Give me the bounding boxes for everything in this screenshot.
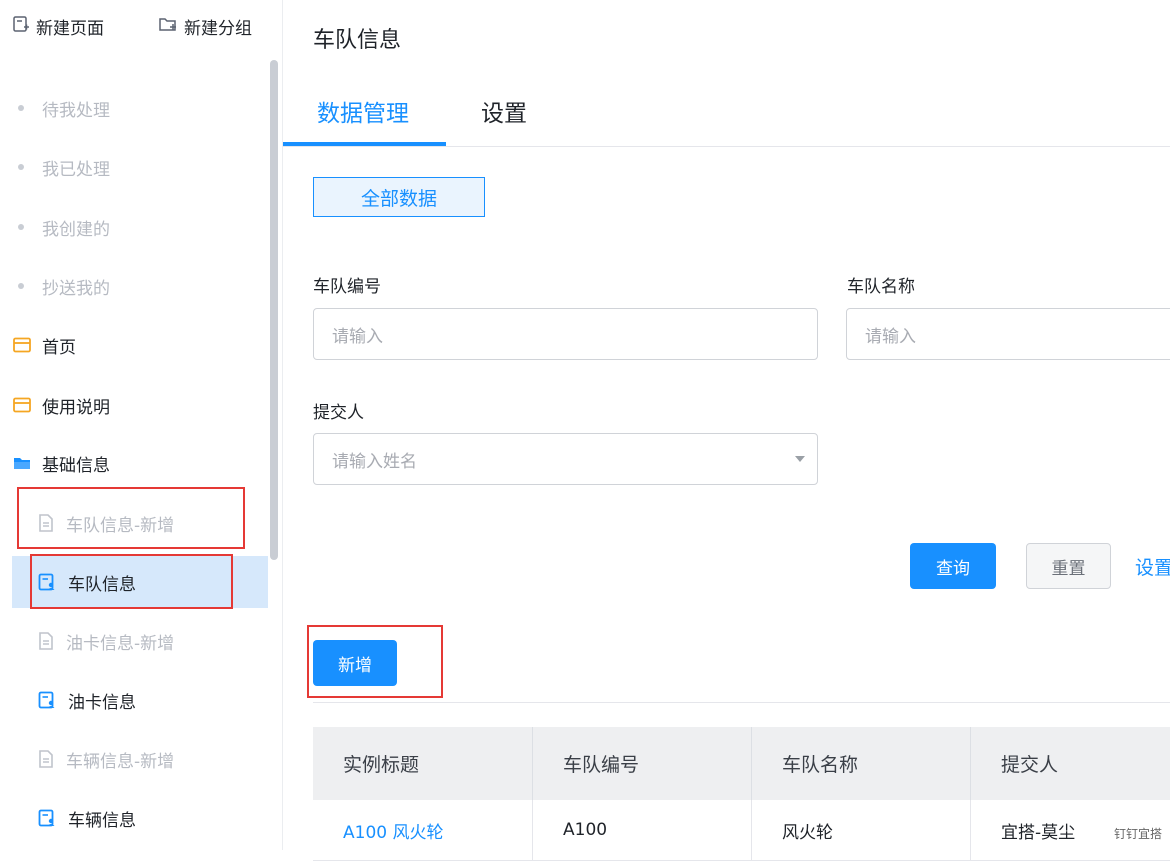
- table-header: 实例标题 车队编号 车队名称 提交人: [313, 727, 1170, 800]
- sidebar-actions: 新建页面 新建分组: [0, 14, 282, 44]
- sidebar-item-pending[interactable]: 待我处理: [0, 82, 268, 134]
- sidebar-item-processed[interactable]: 我已处理: [0, 141, 268, 193]
- all-data-filter-button[interactable]: 全部数据: [313, 177, 485, 217]
- watermark: 钉钉宜搭: [1113, 827, 1162, 841]
- page-title: 车队信息: [313, 28, 402, 53]
- tab-settings[interactable]: 设置: [481, 94, 527, 128]
- table-row[interactable]: A100 风火轮 A100 风火轮 宜搭-莫尘: [313, 800, 1170, 861]
- sidebar-item-created[interactable]: 我创建的: [0, 201, 268, 253]
- reset-button[interactable]: 重置: [1026, 543, 1111, 589]
- divider: [313, 702, 1170, 703]
- submitter-placeholder: 请输入姓名: [332, 451, 417, 472]
- sidebar: 新建页面 新建分组 待我处理 我已处理 我创建的 抄送我的 首页 使用说明 基础…: [0, 0, 283, 850]
- bullet-icon: [18, 224, 24, 230]
- sidebar-item-label: 车辆信息: [68, 810, 136, 831]
- new-group-label: 新建分组: [184, 19, 252, 39]
- query-button[interactable]: 查询: [910, 543, 996, 589]
- column-header[interactable]: 实例标题: [313, 727, 533, 800]
- sidebar-item-label: 油卡信息-新增: [66, 633, 175, 654]
- sidebar-item-label: 油卡信息: [68, 692, 136, 713]
- table-cell: A100: [533, 800, 752, 860]
- sidebar-item-label: 抄送我的: [42, 278, 110, 299]
- team-name-placeholder: 请输入: [865, 326, 916, 347]
- sidebar-item-guide[interactable]: 使用说明: [0, 379, 268, 431]
- sidebar-item-label: 使用说明: [42, 397, 110, 418]
- bullet-icon: [18, 105, 24, 111]
- sidebar-item-card-info[interactable]: 油卡信息: [0, 674, 268, 726]
- document-icon: [38, 750, 54, 768]
- team-no-input[interactable]: 请输入: [313, 308, 818, 360]
- sidebar-item-home[interactable]: 首页: [0, 319, 268, 371]
- submitter-select[interactable]: 请输入姓名: [313, 433, 818, 485]
- form-report-icon: [38, 691, 56, 709]
- new-group-button[interactable]: 新建分组: [158, 14, 252, 39]
- bullet-icon: [18, 283, 24, 289]
- submitter-label: 提交人: [313, 403, 364, 423]
- page-icon: [13, 397, 31, 413]
- folder-open-icon: [13, 455, 31, 471]
- column-header[interactable]: 车队名称: [752, 727, 971, 800]
- add-button[interactable]: 新增: [313, 640, 397, 686]
- form-report-icon: [38, 809, 56, 827]
- row-title-link[interactable]: A100 风火轮: [313, 800, 533, 860]
- sidebar-item-vehicle-info[interactable]: 车辆信息: [0, 792, 268, 844]
- new-page-icon: [12, 15, 36, 38]
- sidebar-item-vehicle-add[interactable]: 车辆信息-新增: [0, 733, 268, 785]
- table-cell: 风火轮: [752, 800, 971, 860]
- sidebar-item-team-add[interactable]: 车队信息-新增: [0, 497, 268, 549]
- sidebar-item-card-add[interactable]: 油卡信息-新增: [0, 615, 268, 667]
- new-folder-icon: [158, 15, 184, 38]
- team-name-input[interactable]: 请输入: [846, 308, 1170, 360]
- main-content: 车队信息 数据管理 设置 全部数据 车队编号 请输入 车队名称 请输入 提交人 …: [283, 0, 1170, 861]
- sidebar-item-basic-info[interactable]: 基础信息: [0, 437, 268, 489]
- sidebar-item-label: 首页: [42, 337, 76, 358]
- sidebar-item-label: 车队信息-新增: [66, 515, 175, 536]
- document-icon: [38, 514, 54, 532]
- tab-data-management[interactable]: 数据管理: [317, 94, 409, 128]
- form-report-icon: [38, 573, 56, 591]
- sidebar-item-label: 基础信息: [42, 455, 110, 476]
- sidebar-item-label: 我创建的: [42, 219, 110, 240]
- team-no-placeholder: 请输入: [332, 326, 383, 347]
- new-page-label: 新建页面: [36, 19, 104, 39]
- sidebar-item-label: 待我处理: [42, 100, 110, 121]
- bullet-icon: [18, 164, 24, 170]
- sidebar-item-label: 车辆信息-新增: [66, 751, 175, 772]
- tab-bar: 数据管理 设置: [283, 80, 1170, 147]
- active-tab-indicator: [283, 142, 446, 146]
- team-name-label: 车队名称: [847, 277, 915, 297]
- column-header[interactable]: 车队编号: [533, 727, 752, 800]
- settings-link[interactable]: 设置: [1135, 543, 1170, 589]
- team-no-label: 车队编号: [313, 277, 381, 297]
- sidebar-item-cc[interactable]: 抄送我的: [0, 260, 268, 312]
- document-icon: [38, 632, 54, 650]
- sidebar-scrollbar[interactable]: [270, 60, 278, 560]
- page-icon: [13, 337, 31, 353]
- sidebar-item-label: 我已处理: [42, 159, 110, 180]
- sidebar-item-label: 车队信息: [68, 574, 136, 595]
- sidebar-item-team-info[interactable]: 车队信息: [12, 556, 268, 608]
- column-header[interactable]: 提交人: [971, 727, 1170, 800]
- chevron-down-icon: [795, 456, 805, 462]
- new-page-button[interactable]: 新建页面: [12, 14, 104, 39]
